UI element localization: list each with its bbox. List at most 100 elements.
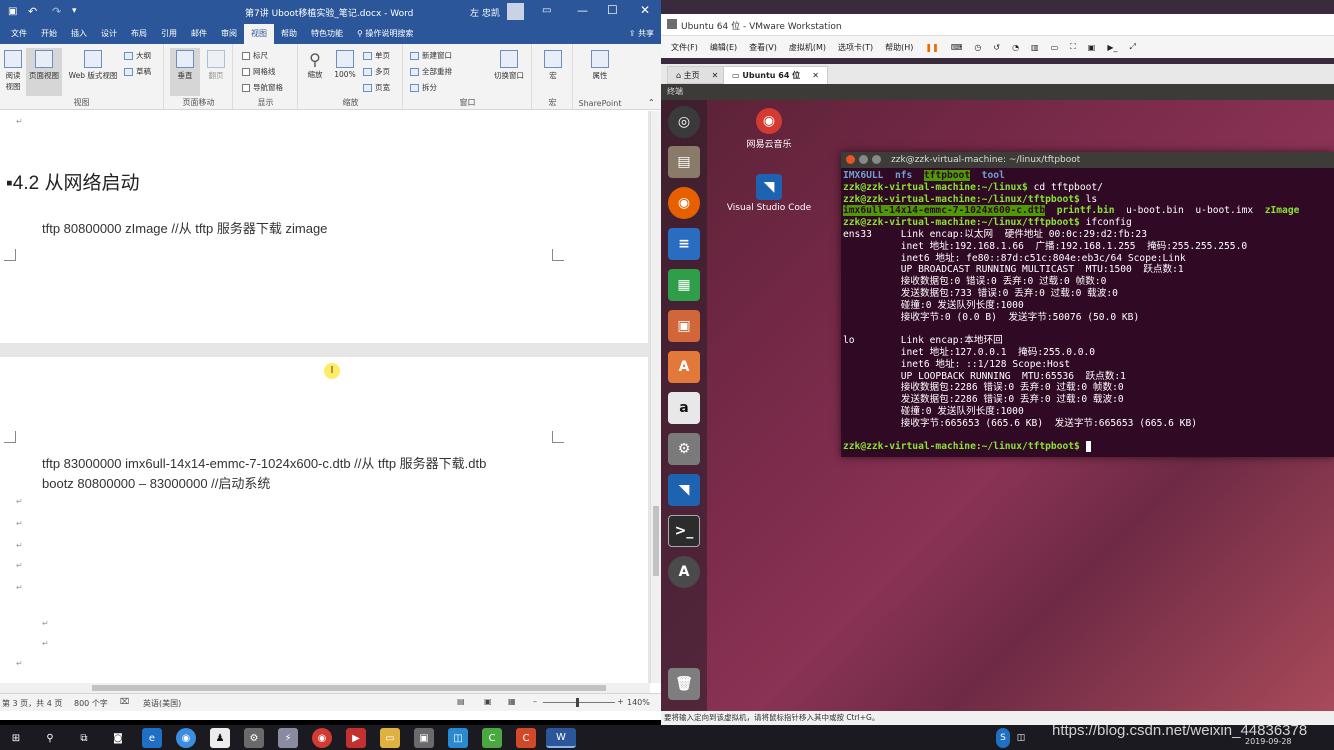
menu-tabs[interactable]: 选项卡(T) <box>832 42 879 53</box>
zoom-level[interactable]: 140% <box>627 698 650 707</box>
zoom-button[interactable]: ⚲ 缩放 <box>305 50 325 80</box>
gridlines-checkbox[interactable]: 网格线 <box>242 66 276 77</box>
one-page-button[interactable]: 单页 <box>363 50 390 61</box>
properties-button[interactable]: 属性 <box>588 50 612 81</box>
unity-icon[interactable]: ▣ <box>1082 43 1102 52</box>
page-count[interactable]: 第 3 页，共 4 页 <box>2 698 62 709</box>
tab-home[interactable]: ⌂ 主页 ✕ <box>667 66 728 84</box>
minimize-icon[interactable]: — <box>577 4 588 17</box>
close-tab-icon[interactable]: ✕ <box>812 71 819 80</box>
video-app-icon[interactable]: ▶ <box>346 728 366 748</box>
close-window-icon[interactable] <box>846 155 855 164</box>
edge-icon[interactable]: e <box>142 728 162 748</box>
draft-button[interactable]: 草稿 <box>124 66 151 77</box>
updater-icon[interactable]: A <box>668 556 700 588</box>
send-keys-icon[interactable]: ⌨ <box>945 43 969 52</box>
menu-vm[interactable]: 虚拟机(M) <box>783 42 832 53</box>
share-button[interactable]: ⇪ 共享 <box>622 24 661 44</box>
tell-me-search[interactable]: ⚲ 操作说明搜索 <box>350 24 420 44</box>
print-layout-button[interactable]: 页面视图 <box>26 48 62 96</box>
tool-icon[interactable]: ⚙ <box>244 728 264 748</box>
zoom-100-button[interactable]: 100% <box>331 50 359 79</box>
menu-edit[interactable]: 编辑(E) <box>704 42 743 53</box>
menu-file[interactable]: 文件(F) <box>665 42 704 53</box>
calc-icon[interactable]: ▦ <box>668 269 700 301</box>
qat-dropdown-icon[interactable]: ▾ <box>72 6 77 16</box>
tab-help[interactable]: 帮助 <box>274 24 304 44</box>
pause-icon[interactable]: ❚❚ <box>919 43 944 52</box>
zoom-slider-thumb[interactable] <box>576 698 579 707</box>
tab-file[interactable]: 文件 <box>4 24 34 44</box>
tab-design[interactable]: 设计 <box>94 24 124 44</box>
horizontal-scrollbar[interactable] <box>0 683 650 693</box>
ribbon-display-icon[interactable]: ▭ <box>542 5 551 16</box>
manage-snapshot-icon[interactable]: ◔ <box>1006 43 1025 52</box>
maximize-icon[interactable]: ☐ <box>607 3 618 17</box>
explorer-icon[interactable]: ▭ <box>380 728 400 748</box>
page-width-button[interactable]: 页宽 <box>363 82 390 93</box>
save-icon[interactable]: ▣ <box>8 6 17 17</box>
undo-icon[interactable]: ↶ <box>28 5 37 18</box>
start-icon[interactable]: ⊞ <box>6 728 26 748</box>
new-window-button[interactable]: 新建窗口 <box>410 50 452 61</box>
scroll-thumb[interactable] <box>653 506 659 576</box>
vertical-button[interactable]: 垂直 <box>170 48 200 96</box>
focus-icon[interactable]: ▤ <box>457 697 465 706</box>
files-icon[interactable]: ▤ <box>668 146 700 178</box>
task-view-icon[interactable]: ⧉ <box>74 728 94 748</box>
search-icon[interactable]: ⚲ <box>40 728 60 748</box>
nav-pane-checkbox[interactable]: 导航窗格 <box>242 82 283 93</box>
tab-mailings[interactable]: 邮件 <box>184 24 214 44</box>
close-icon[interactable]: ✕ <box>640 3 650 17</box>
camera-icon[interactable]: ◙ <box>108 728 128 748</box>
tab-references[interactable]: 引用 <box>154 24 184 44</box>
tab-insert[interactable]: 插入 <box>64 24 94 44</box>
thumbnail-icon[interactable]: ▭ <box>1045 43 1065 52</box>
minimize-window-icon[interactable] <box>859 155 868 164</box>
terminal-icon[interactable]: >_ <box>668 515 700 547</box>
zoom-out-icon[interactable]: – <box>533 697 537 706</box>
zoom-slider[interactable] <box>543 702 615 703</box>
redo-icon[interactable]: ↷ <box>52 5 61 18</box>
netease-music-shortcut[interactable]: ◉ 网易云音乐 <box>743 108 795 150</box>
ubuntu-logo-icon[interactable]: ◎ <box>668 106 700 138</box>
snapshot-icon[interactable]: ◷ <box>968 43 987 52</box>
close-tab-icon[interactable]: ✕ <box>712 71 719 80</box>
stretch-icon[interactable]: ⤢ <box>1124 42 1142 52</box>
writer-icon[interactable]: ≡ <box>668 228 700 260</box>
avatar[interactable] <box>507 3 524 20</box>
vertical-scrollbar[interactable] <box>650 111 661 683</box>
word-taskbar-icon[interactable]: W <box>546 728 576 748</box>
outline-button[interactable]: 大纲 <box>124 50 151 61</box>
firefox-icon[interactable]: ◉ <box>668 187 700 219</box>
tab-review[interactable]: 审阅 <box>214 24 244 44</box>
impress-icon[interactable]: ▣ <box>668 310 700 342</box>
console-icon[interactable]: ▶_ <box>1101 43 1123 52</box>
tab-ubuntu[interactable]: ▭ Ubuntu 64 位 ✕ <box>723 66 828 84</box>
multiple-pages-button[interactable]: 多页 <box>363 66 390 77</box>
vscode-shortcut[interactable]: ◥ Visual Studio Code <box>721 174 817 213</box>
tab-home[interactable]: 开始 <box>34 24 64 44</box>
browser-icon[interactable]: ◉ <box>176 728 196 748</box>
qq-icon[interactable]: ♟ <box>210 728 230 748</box>
software-center-icon[interactable]: A <box>668 351 700 383</box>
sidebar-toggle-icon[interactable]: ▥ <box>1025 43 1045 52</box>
switch-windows-button[interactable]: 切换窗口 <box>490 50 528 81</box>
green-app-icon[interactable]: C <box>482 728 502 748</box>
terminal-output[interactable]: IMX6ULL nfs tftpboot tool zzk@zzk-virtua… <box>841 168 1334 455</box>
menu-view[interactable]: 查看(V) <box>743 42 783 53</box>
tray-app-icon[interactable]: ◫ <box>1014 728 1028 748</box>
tab-layout[interactable]: 布局 <box>124 24 154 44</box>
maximize-window-icon[interactable] <box>872 155 881 164</box>
vscode-icon[interactable]: ◥ <box>668 474 700 506</box>
tab-view[interactable]: 视图 <box>244 24 274 44</box>
netease-taskbar-icon[interactable]: ◉ <box>312 728 332 748</box>
settings-icon[interactable]: ⚙ <box>668 433 700 465</box>
collapse-ribbon-icon[interactable]: ⌃ <box>648 98 655 107</box>
amazon-icon[interactable]: a <box>668 392 700 424</box>
editor-icon[interactable]: ◫ <box>448 728 468 748</box>
split-button[interactable]: 拆分 <box>410 82 437 93</box>
tab-special[interactable]: 特色功能 <box>304 24 350 44</box>
word-count[interactable]: 800 个字 <box>74 698 108 709</box>
zoom-in-icon[interactable]: + <box>617 697 624 706</box>
